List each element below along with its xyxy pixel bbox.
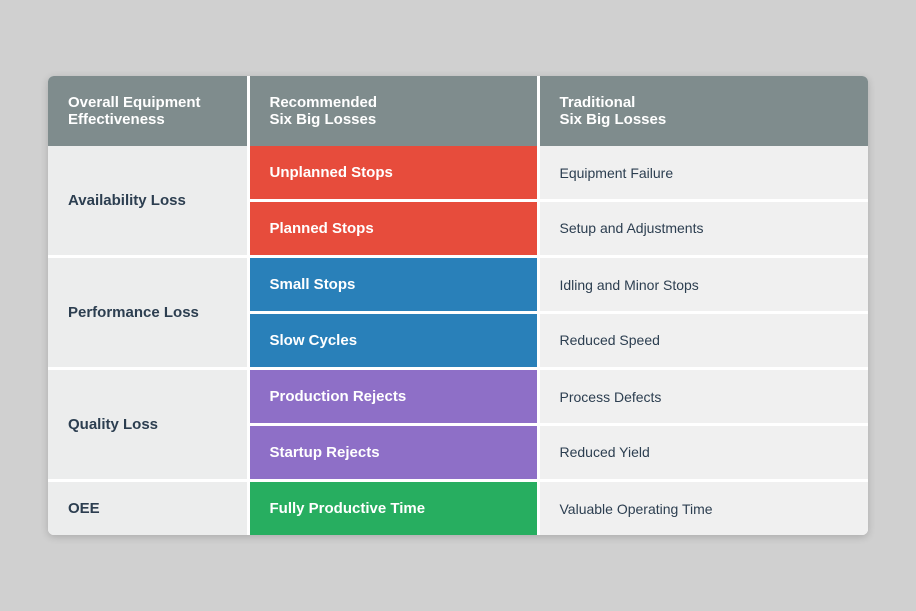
oee-category-cell: Performance Loss: [48, 257, 248, 369]
recommended-badge: Unplanned Stops: [250, 146, 537, 202]
table-row: Performance LossSmall StopsSlow CyclesId…: [48, 257, 868, 369]
recommended-cell: Small StopsSlow Cycles: [248, 257, 538, 369]
recommended-badge: Fully Productive Time: [250, 482, 537, 535]
traditional-cell: Equipment FailureSetup and Adjustments: [538, 146, 868, 257]
six-big-losses-table: Overall EquipmentEffectiveness Recommend…: [48, 76, 868, 535]
header-row: Overall EquipmentEffectiveness Recommend…: [48, 76, 868, 146]
oee-category-cell: Quality Loss: [48, 369, 248, 481]
traditional-label: Valuable Operating Time: [540, 483, 869, 535]
traditional-label: Equipment Failure: [540, 147, 869, 202]
recommended-cell: Unplanned StopsPlanned Stops: [248, 146, 538, 257]
traditional-label: Idling and Minor Stops: [540, 259, 869, 314]
traditional-cell: Idling and Minor StopsReduced Speed: [538, 257, 868, 369]
traditional-label: Setup and Adjustments: [540, 202, 869, 254]
table-row: Quality LossProduction RejectsStartup Re…: [48, 369, 868, 481]
recommended-badge: Slow Cycles: [250, 314, 537, 367]
recommended-cell: Production RejectsStartup Rejects: [248, 369, 538, 481]
header-recommended: RecommendedSix Big Losses: [248, 76, 538, 146]
oee-category-cell: Availability Loss: [48, 146, 248, 257]
recommended-badge: Small Stops: [250, 258, 537, 314]
recommended-badge: Startup Rejects: [250, 426, 537, 479]
recommended-badge: Planned Stops: [250, 202, 537, 255]
traditional-cell: Process DefectsReduced Yield: [538, 369, 868, 481]
traditional-label: Reduced Yield: [540, 426, 869, 478]
main-table-container: Overall EquipmentEffectiveness Recommend…: [48, 76, 868, 535]
traditional-label: Process Defects: [540, 371, 869, 426]
header-oee: Overall EquipmentEffectiveness: [48, 76, 248, 146]
recommended-badge: Production Rejects: [250, 370, 537, 426]
recommended-cell: Fully Productive Time: [248, 481, 538, 536]
oee-category-cell: OEE: [48, 481, 248, 536]
traditional-cell: Valuable Operating Time: [538, 481, 868, 536]
traditional-label: Reduced Speed: [540, 314, 869, 366]
header-traditional: TraditionalSix Big Losses: [538, 76, 868, 146]
table-row: OEEFully Productive TimeValuable Operati…: [48, 481, 868, 536]
table-row: Availability LossUnplanned StopsPlanned …: [48, 146, 868, 257]
